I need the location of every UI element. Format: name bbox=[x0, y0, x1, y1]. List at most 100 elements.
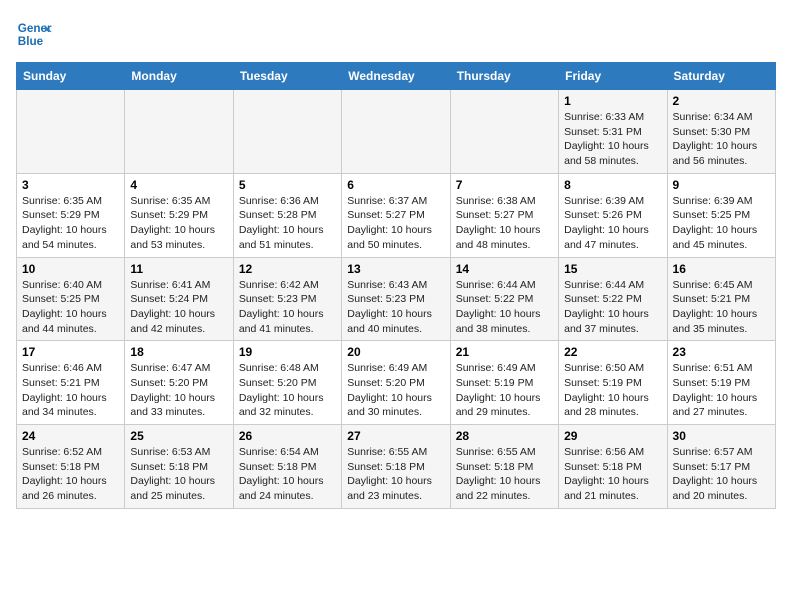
day-cell: 27 Sunrise: 6:55 AMSunset: 5:18 PMDayligh… bbox=[342, 425, 450, 509]
week-row-3: 10 Sunrise: 6:40 AMSunset: 5:25 PMDayligh… bbox=[17, 257, 776, 341]
day-info: Sunrise: 6:48 AMSunset: 5:20 PMDaylight:… bbox=[239, 361, 336, 420]
header-cell-monday: Monday bbox=[125, 63, 233, 90]
week-row-5: 24Sunrise: 6:52 AMSunset: 5:18 PMDayligh… bbox=[17, 425, 776, 509]
day-number: 2 bbox=[673, 94, 770, 108]
day-number: 11 bbox=[130, 262, 227, 276]
day-info: Sunrise: 6:55 AMSunset: 5:18 PMDaylight:… bbox=[347, 445, 444, 504]
day-info: Sunrise: 6:39 AMSunset: 5:26 PMDaylight:… bbox=[564, 194, 661, 253]
day-cell: 24Sunrise: 6:52 AMSunset: 5:18 PMDayligh… bbox=[17, 425, 125, 509]
header-cell-friday: Friday bbox=[559, 63, 667, 90]
day-info: Sunrise: 6:49 AMSunset: 5:19 PMDaylight:… bbox=[456, 361, 553, 420]
day-number: 19 bbox=[239, 345, 336, 359]
day-info: Sunrise: 6:47 AMSunset: 5:20 PMDaylight:… bbox=[130, 361, 227, 420]
day-info: Sunrise: 6:49 AMSunset: 5:20 PMDaylight:… bbox=[347, 361, 444, 420]
day-info: Sunrise: 6:46 AMSunset: 5:21 PMDaylight:… bbox=[22, 361, 119, 420]
day-number: 23 bbox=[673, 345, 770, 359]
day-cell: 28 Sunrise: 6:55 AMSunset: 5:18 PMDayligh… bbox=[450, 425, 558, 509]
day-cell: 13 Sunrise: 6:43 AMSunset: 5:23 PMDayligh… bbox=[342, 257, 450, 341]
day-cell: 22Sunrise: 6:50 AMSunset: 5:19 PMDayligh… bbox=[559, 341, 667, 425]
day-number: 14 bbox=[456, 262, 553, 276]
day-number: 30 bbox=[673, 429, 770, 443]
day-number: 28 bbox=[456, 429, 553, 443]
logo-icon: General Blue bbox=[16, 16, 52, 52]
day-cell bbox=[233, 90, 341, 174]
day-cell: 9 Sunrise: 6:39 AMSunset: 5:25 PMDaylight… bbox=[667, 173, 775, 257]
header-cell-saturday: Saturday bbox=[667, 63, 775, 90]
day-number: 18 bbox=[130, 345, 227, 359]
day-cell: 10 Sunrise: 6:40 AMSunset: 5:25 PMDayligh… bbox=[17, 257, 125, 341]
day-cell: 29Sunrise: 6:56 AMSunset: 5:18 PMDayligh… bbox=[559, 425, 667, 509]
day-number: 21 bbox=[456, 345, 553, 359]
day-cell: 7 Sunrise: 6:38 AMSunset: 5:27 PMDaylight… bbox=[450, 173, 558, 257]
day-cell bbox=[17, 90, 125, 174]
day-info: Sunrise: 6:33 AMSunset: 5:31 PMDaylight:… bbox=[564, 110, 661, 169]
day-cell bbox=[125, 90, 233, 174]
day-cell: 21 Sunrise: 6:49 AMSunset: 5:19 PMDayligh… bbox=[450, 341, 558, 425]
day-cell: 8Sunrise: 6:39 AMSunset: 5:26 PMDaylight… bbox=[559, 173, 667, 257]
day-cell: 19 Sunrise: 6:48 AMSunset: 5:20 PMDayligh… bbox=[233, 341, 341, 425]
day-info: Sunrise: 6:35 AMSunset: 5:29 PMDaylight:… bbox=[130, 194, 227, 253]
day-cell: 16 Sunrise: 6:45 AMSunset: 5:21 PMDayligh… bbox=[667, 257, 775, 341]
day-info: Sunrise: 6:44 AMSunset: 5:22 PMDaylight:… bbox=[456, 278, 553, 337]
logo: General Blue bbox=[16, 16, 56, 52]
day-info: Sunrise: 6:50 AMSunset: 5:19 PMDaylight:… bbox=[564, 361, 661, 420]
day-cell: 17 Sunrise: 6:46 AMSunset: 5:21 PMDayligh… bbox=[17, 341, 125, 425]
day-number: 17 bbox=[22, 345, 119, 359]
svg-text:Blue: Blue bbox=[18, 35, 44, 48]
day-info: Sunrise: 6:45 AMSunset: 5:21 PMDaylight:… bbox=[673, 278, 770, 337]
day-cell: 11Sunrise: 6:41 AMSunset: 5:24 PMDayligh… bbox=[125, 257, 233, 341]
day-info: Sunrise: 6:35 AMSunset: 5:29 PMDaylight:… bbox=[22, 194, 119, 253]
day-cell: 26Sunrise: 6:54 AMSunset: 5:18 PMDayligh… bbox=[233, 425, 341, 509]
day-number: 1 bbox=[564, 94, 661, 108]
day-info: Sunrise: 6:36 AMSunset: 5:28 PMDaylight:… bbox=[239, 194, 336, 253]
day-cell: 1 Sunrise: 6:33 AMSunset: 5:31 PMDaylight… bbox=[559, 90, 667, 174]
day-cell bbox=[450, 90, 558, 174]
day-number: 25 bbox=[130, 429, 227, 443]
day-info: Sunrise: 6:34 AMSunset: 5:30 PMDaylight:… bbox=[673, 110, 770, 169]
header-cell-thursday: Thursday bbox=[450, 63, 558, 90]
header-cell-tuesday: Tuesday bbox=[233, 63, 341, 90]
day-number: 24 bbox=[22, 429, 119, 443]
header-row: SundayMondayTuesdayWednesdayThursdayFrid… bbox=[17, 63, 776, 90]
header: General Blue bbox=[16, 16, 776, 52]
day-number: 7 bbox=[456, 178, 553, 192]
day-number: 15 bbox=[564, 262, 661, 276]
week-row-2: 3 Sunrise: 6:35 AMSunset: 5:29 PMDaylight… bbox=[17, 173, 776, 257]
day-cell: 12 Sunrise: 6:42 AMSunset: 5:23 PMDayligh… bbox=[233, 257, 341, 341]
day-number: 4 bbox=[130, 178, 227, 192]
day-info: Sunrise: 6:39 AMSunset: 5:25 PMDaylight:… bbox=[673, 194, 770, 253]
day-info: Sunrise: 6:40 AMSunset: 5:25 PMDaylight:… bbox=[22, 278, 119, 337]
day-number: 20 bbox=[347, 345, 444, 359]
day-info: Sunrise: 6:53 AMSunset: 5:18 PMDaylight:… bbox=[130, 445, 227, 504]
day-number: 3 bbox=[22, 178, 119, 192]
day-cell: 20 Sunrise: 6:49 AMSunset: 5:20 PMDayligh… bbox=[342, 341, 450, 425]
header-cell-wednesday: Wednesday bbox=[342, 63, 450, 90]
day-info: Sunrise: 6:42 AMSunset: 5:23 PMDaylight:… bbox=[239, 278, 336, 337]
day-cell: 3 Sunrise: 6:35 AMSunset: 5:29 PMDaylight… bbox=[17, 173, 125, 257]
day-number: 16 bbox=[673, 262, 770, 276]
day-cell: 14 Sunrise: 6:44 AMSunset: 5:22 PMDayligh… bbox=[450, 257, 558, 341]
day-number: 5 bbox=[239, 178, 336, 192]
day-cell: 23 Sunrise: 6:51 AMSunset: 5:19 PMDayligh… bbox=[667, 341, 775, 425]
day-cell: 4 Sunrise: 6:35 AMSunset: 5:29 PMDaylight… bbox=[125, 173, 233, 257]
day-number: 12 bbox=[239, 262, 336, 276]
day-info: Sunrise: 6:38 AMSunset: 5:27 PMDaylight:… bbox=[456, 194, 553, 253]
day-cell: 5 Sunrise: 6:36 AMSunset: 5:28 PMDaylight… bbox=[233, 173, 341, 257]
week-row-4: 17 Sunrise: 6:46 AMSunset: 5:21 PMDayligh… bbox=[17, 341, 776, 425]
day-number: 26 bbox=[239, 429, 336, 443]
day-number: 29 bbox=[564, 429, 661, 443]
day-info: Sunrise: 6:51 AMSunset: 5:19 PMDaylight:… bbox=[673, 361, 770, 420]
day-cell: 25 Sunrise: 6:53 AMSunset: 5:18 PMDayligh… bbox=[125, 425, 233, 509]
day-number: 27 bbox=[347, 429, 444, 443]
day-number: 10 bbox=[22, 262, 119, 276]
header-cell-sunday: Sunday bbox=[17, 63, 125, 90]
calendar-table: SundayMondayTuesdayWednesdayThursdayFrid… bbox=[16, 62, 776, 509]
day-cell bbox=[342, 90, 450, 174]
day-cell: 18 Sunrise: 6:47 AMSunset: 5:20 PMDayligh… bbox=[125, 341, 233, 425]
day-info: Sunrise: 6:43 AMSunset: 5:23 PMDaylight:… bbox=[347, 278, 444, 337]
week-row-1: 1 Sunrise: 6:33 AMSunset: 5:31 PMDaylight… bbox=[17, 90, 776, 174]
day-number: 13 bbox=[347, 262, 444, 276]
day-number: 6 bbox=[347, 178, 444, 192]
day-info: Sunrise: 6:55 AMSunset: 5:18 PMDaylight:… bbox=[456, 445, 553, 504]
day-number: 9 bbox=[673, 178, 770, 192]
